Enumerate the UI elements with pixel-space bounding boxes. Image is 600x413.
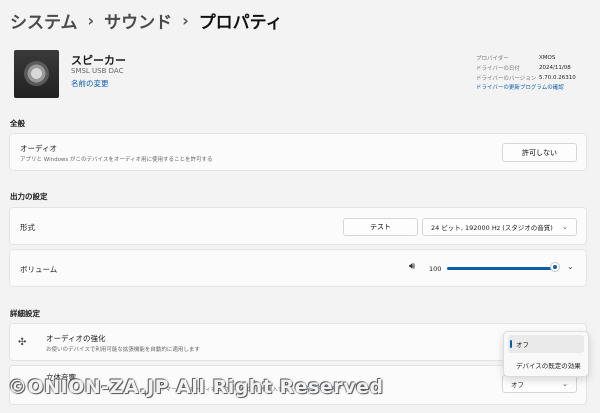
section-output: 出力の設定 (10, 192, 48, 201)
driver-version-value: 5.70.0.26310 (539, 75, 576, 81)
spatial-select[interactable]: オフ ⌄ (502, 375, 577, 393)
enhance-card: オーディオの強化 お使いのデバイスで利用可能な拡張機能を自動的に適用します (9, 323, 587, 361)
driver-version-label: ドライバーのバージョン (476, 76, 537, 82)
section-advanced: 詳細設定 (10, 309, 40, 318)
format-select-value: 24 ビット, 192000 Hz (スタジオの音質) (431, 224, 553, 232)
driver-date-label: ドライバーの日付 (476, 66, 520, 72)
volume-label: ボリューム (20, 265, 58, 274)
provider-label: プロバイダー (476, 56, 509, 62)
audio-desc: アプリと Windows がこのデバイスをオーディオ用に使用することを許可する (20, 157, 213, 163)
volume-value: 100 (429, 265, 442, 273)
device-name: スピーカー (71, 54, 126, 67)
watermark: ©ONION-ZA.JP All Right Reserved (8, 376, 384, 398)
rename-link[interactable]: 名前の変更 (71, 78, 109, 89)
speaker-volume-icon[interactable]: 🔊︎ (409, 261, 415, 272)
format-select[interactable]: 24 ビット, 192000 Hz (スタジオの音質) ⌄ (422, 218, 577, 236)
disallow-button[interactable]: 許可しない (502, 143, 577, 162)
volume-slider-track[interactable] (447, 267, 555, 270)
test-button[interactable]: テスト (343, 218, 418, 236)
menu-item-label: オフ (516, 341, 529, 349)
breadcrumb-separator: › (182, 10, 189, 30)
format-card: 形式 テスト 24 ビット, 192000 Hz (スタジオの音質) ⌄ (9, 207, 587, 245)
provider-value: XMOS (539, 55, 556, 61)
audio-title: オーディオ (20, 144, 57, 153)
menu-item-off[interactable]: オフ (508, 335, 584, 353)
audio-card: オーディオ アプリと Windows がこのデバイスをオーディオ用に使用すること… (9, 133, 587, 171)
sparkle-icon: ✣ (18, 337, 27, 348)
chevron-down-icon: ⌄ (562, 380, 568, 388)
enhance-dropdown-menu: オフ デバイスの既定の効果 (503, 331, 589, 377)
section-general: 全般 (10, 119, 25, 128)
breadcrumb-separator: › (87, 10, 95, 30)
page-title: プロパティ (198, 12, 283, 33)
enhance-title: オーディオの強化 (46, 334, 106, 343)
device-model: SMSL USB DAC (71, 67, 124, 75)
chevron-down-icon[interactable]: ⌄ (567, 262, 574, 271)
menu-item-device-default[interactable]: デバイスの既定の効果 (508, 356, 584, 374)
enhance-desc: お使いのデバイスで利用可能な拡張機能を自動的に適用します (46, 347, 200, 353)
driver-date-value: 2024/11/08 (539, 65, 571, 71)
menu-item-label: デバイスの既定の効果 (516, 362, 581, 370)
volume-card: ボリューム 🔊︎ 100 ⌄ (9, 249, 587, 287)
breadcrumb-system[interactable]: システム (10, 8, 78, 33)
format-label: 形式 (20, 223, 35, 232)
speaker-device-icon (14, 50, 59, 98)
volume-slider-thumb[interactable] (551, 263, 559, 271)
driver-info: プロバイダー XMOS ドライバーの日付 2024/11/08 ドライバーのバー… (476, 53, 576, 93)
breadcrumb-sound[interactable]: サウンド (104, 8, 172, 33)
selection-indicator (510, 340, 512, 348)
chevron-down-icon: ⌄ (562, 223, 568, 231)
driver-update-link[interactable]: ドライバーの更新プログラムの確認 (476, 83, 576, 93)
spatial-select-value: オフ (511, 381, 524, 389)
speaker-cone (24, 61, 49, 86)
breadcrumb: システム › サウンド › プロパティ (10, 6, 283, 34)
